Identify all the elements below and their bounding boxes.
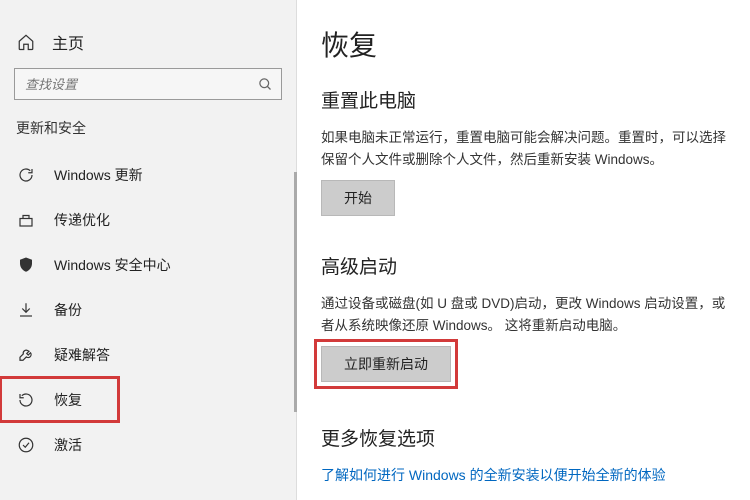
sidebar-item-label: Windows 更新 <box>54 165 143 185</box>
section-label: 更新和安全 <box>0 118 296 152</box>
wrench-icon <box>16 346 36 364</box>
reset-heading: 重置此电脑 <box>321 86 730 113</box>
sidebar-item-troubleshoot[interactable]: 疑难解答 <box>0 332 296 377</box>
sync-icon <box>16 166 36 184</box>
shield-icon <box>16 256 36 274</box>
sidebar-home[interactable]: 主页 <box>0 30 296 68</box>
sidebar-item-delivery-optimization[interactable]: 传递优化 <box>0 197 296 242</box>
search-input[interactable] <box>25 77 258 92</box>
sidebar-item-label: 传递优化 <box>54 210 110 230</box>
reset-description: 如果电脑未正常运行，重置电脑可能会解决问题。重置时，可以选择保留个人文件或删除个… <box>321 127 730 170</box>
fresh-install-link[interactable]: 了解如何进行 Windows 的全新安装以便开始全新的体验 <box>321 467 666 483</box>
recovery-icon <box>16 391 36 409</box>
sidebar-item-label: Windows 安全中心 <box>54 255 171 275</box>
sidebar-item-activation[interactable]: 激活 <box>0 422 296 467</box>
sidebar-item-security[interactable]: Windows 安全中心 <box>0 242 296 287</box>
sidebar-item-label: 激活 <box>54 435 82 455</box>
advanced-description: 通过设备或磁盘(如 U 盘或 DVD)启动，更改 Windows 启动设置，或者… <box>321 293 730 336</box>
check-circle-icon <box>16 436 36 454</box>
content-pane: 恢复 重置此电脑 如果电脑未正常运行，重置电脑可能会解决问题。重置时，可以选择保… <box>297 0 750 500</box>
sidebar-item-label: 疑难解答 <box>54 345 110 365</box>
sidebar-item-recovery[interactable]: 恢复 <box>0 377 119 422</box>
page-title: 恢复 <box>321 24 730 64</box>
home-label: 主页 <box>52 30 84 54</box>
advanced-heading: 高级启动 <box>321 252 730 279</box>
delivery-icon <box>16 211 36 229</box>
search-box[interactable] <box>14 68 282 100</box>
search-icon <box>258 77 273 92</box>
sidebar-item-backup[interactable]: 备份 <box>0 287 296 332</box>
backup-icon <box>16 301 36 319</box>
sidebar-item-label: 恢复 <box>54 390 82 410</box>
sidebar-item-label: 备份 <box>54 300 82 320</box>
reset-start-button[interactable]: 开始 <box>321 180 395 216</box>
sidebar-item-windows-update[interactable]: Windows 更新 <box>0 152 296 197</box>
home-icon <box>16 33 36 51</box>
sidebar: 主页 更新和安全 Windows 更新 传递优化 Windows 安全中心 备份 <box>0 0 297 500</box>
restart-now-button[interactable]: 立即重新启动 <box>321 346 451 382</box>
more-options-heading: 更多恢复选项 <box>321 424 730 451</box>
